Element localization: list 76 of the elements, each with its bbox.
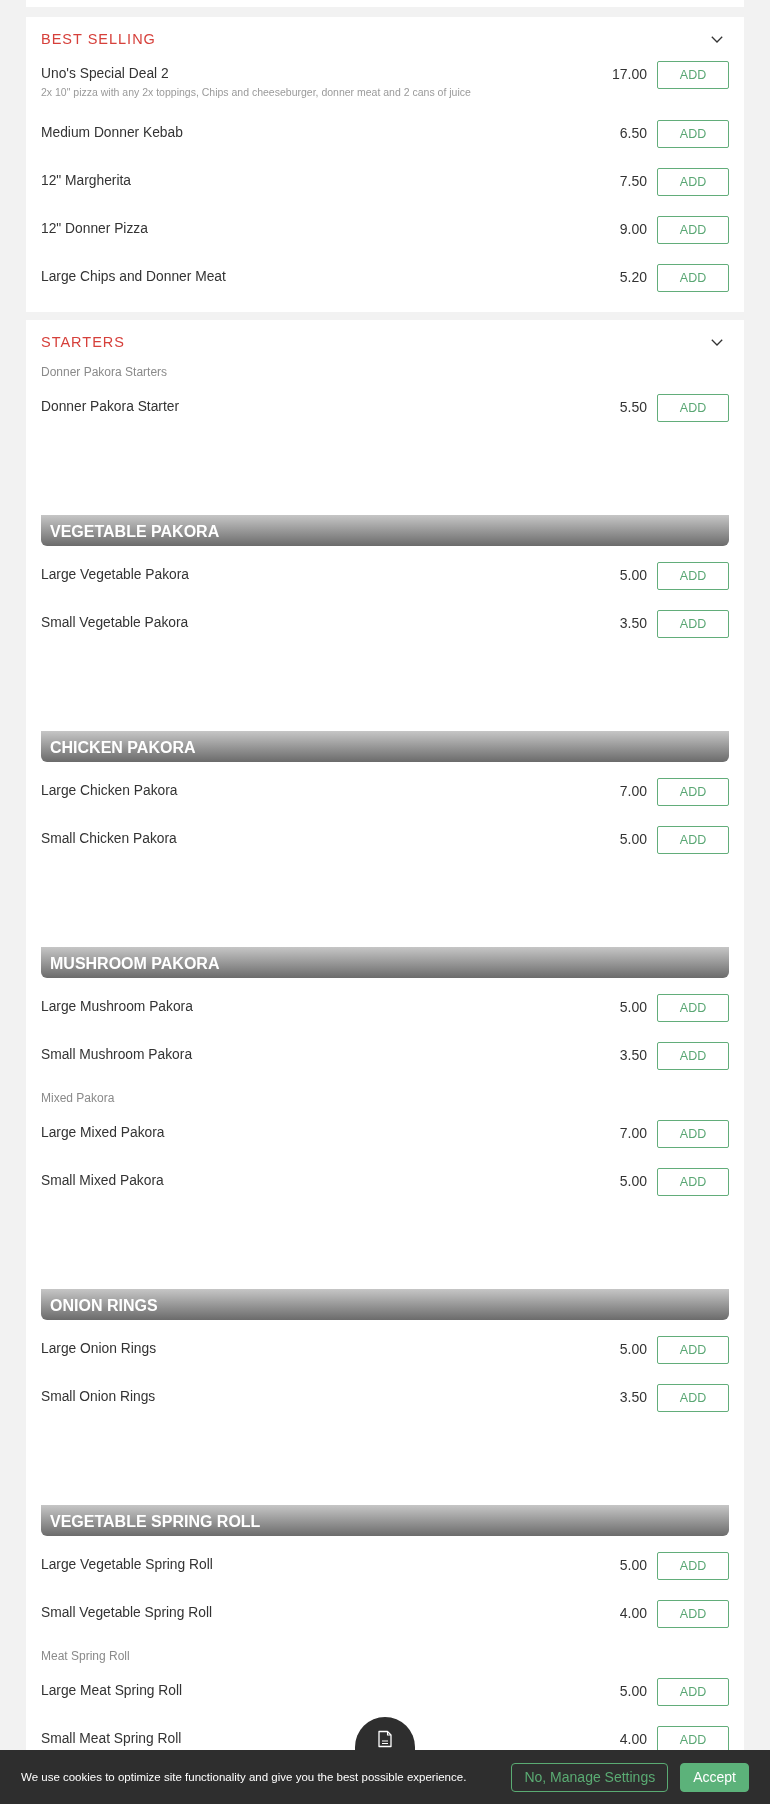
document-icon: [378, 1730, 392, 1748]
section-title: STARTERS: [41, 333, 125, 352]
item-price: 5.20: [619, 268, 647, 287]
item-price: 6.50: [619, 124, 647, 143]
item-name: Large Onion Rings: [41, 1340, 157, 1358]
item-price: 5.00: [619, 1556, 647, 1575]
item-price: 5.50: [619, 398, 647, 417]
category-banner: CHICKEN PAKORA: [41, 731, 729, 762]
accept-button[interactable]: Accept: [680, 1762, 749, 1792]
item-name: Small Meat Spring Roll: [41, 1730, 182, 1748]
item-name: Small Vegetable Pakora: [41, 614, 189, 632]
item-price: 7.50: [619, 172, 647, 191]
item-name: Uno's Special Deal 2: [41, 65, 169, 83]
category-banner: VEGETABLE SPRING ROLL: [41, 1505, 729, 1536]
subcategory-label: Donner Pakora Starters: [41, 364, 169, 380]
category-banner: MUSHROOM PAKORA: [41, 947, 729, 978]
add-button[interactable]: ADD: [657, 994, 729, 1022]
item-price: 7.00: [619, 1124, 647, 1143]
add-button[interactable]: ADD: [657, 264, 729, 292]
manage-settings-button[interactable]: No, Manage Settings: [511, 1762, 669, 1792]
chevron-down-icon[interactable]: [711, 35, 723, 43]
category-banner: ONION RINGS: [41, 1289, 729, 1320]
item-price: 5.00: [619, 830, 647, 849]
item-name: Medium Donner Kebab: [41, 124, 183, 142]
item-name: Large Vegetable Spring Roll: [41, 1556, 213, 1574]
item-name: Large Chips and Donner Meat: [41, 268, 226, 286]
subcategory-label: Mixed Pakora: [41, 1090, 116, 1106]
add-button[interactable]: ADD: [657, 394, 729, 422]
item-price: 5.00: [619, 1172, 647, 1191]
item-name: Donner Pakora Starter: [41, 398, 180, 416]
chevron-down-icon[interactable]: [711, 338, 723, 346]
item-name: Large Vegetable Pakora: [41, 566, 190, 584]
item-name: Large Mushroom Pakora: [41, 998, 193, 1016]
add-button[interactable]: ADD: [657, 61, 729, 89]
item-price: 3.50: [619, 614, 647, 633]
item-name: Small Mushroom Pakora: [41, 1046, 193, 1064]
add-button[interactable]: ADD: [657, 168, 729, 196]
item-price: 5.00: [619, 998, 647, 1017]
item-price: 17.00: [611, 65, 647, 84]
item-price: 5.00: [619, 566, 647, 585]
item-name: 12" Margherita: [41, 172, 132, 190]
category-banner: VEGETABLE PAKORA: [41, 515, 729, 546]
add-button[interactable]: ADD: [657, 1042, 729, 1070]
section-title: BEST SELLING: [41, 30, 156, 49]
item-price: 5.00: [619, 1340, 647, 1359]
add-button[interactable]: ADD: [657, 778, 729, 806]
item-name: Large Mixed Pakora: [41, 1124, 165, 1142]
item-name: Small Vegetable Spring Roll: [41, 1604, 213, 1622]
cookie-message: We use cookies to optimize site functionality and give you the best possible experience.: [21, 1771, 468, 1783]
item-price: 9.00: [619, 220, 647, 239]
item-name: Small Mixed Pakora: [41, 1172, 164, 1190]
item-name: Small Chicken Pakora: [41, 830, 177, 848]
add-button[interactable]: ADD: [657, 120, 729, 148]
add-button[interactable]: ADD: [657, 1168, 729, 1196]
item-price: 4.00: [619, 1730, 647, 1749]
item-name: Large Meat Spring Roll: [41, 1682, 183, 1700]
item-name: 12" Donner Pizza: [41, 220, 148, 238]
item-description: 2x 10" pizza with any 2x toppings, Chips and cheeseburger, donner meat and 2 cans of juice: [41, 85, 471, 100]
add-button[interactable]: ADD: [657, 1552, 729, 1580]
add-button[interactable]: ADD: [657, 1384, 729, 1412]
item-price: 3.50: [619, 1046, 647, 1065]
item-price: 4.00: [619, 1604, 647, 1623]
add-button[interactable]: ADD: [657, 1336, 729, 1364]
add-button[interactable]: ADD: [657, 1678, 729, 1706]
add-button[interactable]: ADD: [657, 1600, 729, 1628]
item-price: 7.00: [619, 782, 647, 801]
add-button[interactable]: ADD: [657, 1120, 729, 1148]
item-name: Small Onion Rings: [41, 1388, 156, 1406]
subcategory-label: Meat Spring Roll: [41, 1648, 131, 1664]
add-button[interactable]: ADD: [657, 216, 729, 244]
item-price: 3.50: [619, 1388, 647, 1407]
add-button[interactable]: ADD: [657, 610, 729, 638]
add-button[interactable]: ADD: [657, 826, 729, 854]
add-button[interactable]: ADD: [657, 562, 729, 590]
item-price: 5.00: [619, 1682, 647, 1701]
item-name: Large Chicken Pakora: [41, 782, 178, 800]
